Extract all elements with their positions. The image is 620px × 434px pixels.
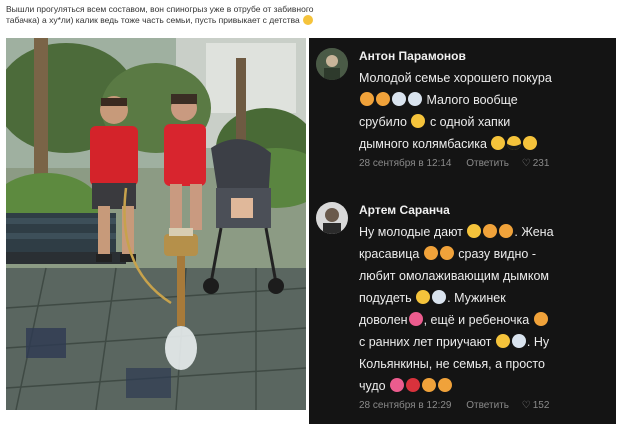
- heart-icon[interactable]: ♡: [522, 158, 531, 169]
- thumbs-up-icon: [438, 378, 453, 392]
- grin-face-icon: [467, 224, 482, 238]
- comment-text: Молодой семье хорошего покура Малого воо…: [359, 67, 609, 155]
- comment-meta: 28 сентября в 12:14 Ответить ♡ 231: [359, 158, 549, 169]
- comment-text-line: с одной хапки: [429, 115, 511, 129]
- like-count: 231: [532, 158, 550, 169]
- comment-author[interactable]: Артем Саранча: [359, 203, 450, 217]
- comment-text-line: Ну молодые дают: [359, 225, 463, 239]
- comment-text-line: Молодой семье хорошего покура: [359, 71, 552, 85]
- avatar-image-icon: [316, 202, 348, 234]
- comment-text-line: Малого вообще: [426, 93, 518, 107]
- baby-icon: [533, 312, 548, 326]
- caption-line-2: табачка) а ху*ли) калик ведь тоже часть …: [6, 15, 356, 26]
- dash-icon: [408, 92, 422, 106]
- comment-text-line: . Ну: [526, 335, 550, 349]
- dash-icon: [392, 92, 406, 106]
- kiss-mark-icon: [406, 378, 421, 392]
- comment-text-line: красавица: [359, 247, 420, 261]
- comment-text: Ну молодые дают . Жена красавица сразу в…: [359, 221, 609, 397]
- avatar[interactable]: [316, 48, 348, 80]
- comment-text-line: с ранних лет приучают: [359, 335, 492, 349]
- comment-timestamp: 28 сентября в 12:29: [359, 400, 452, 411]
- flexed-biceps-icon: [499, 224, 514, 238]
- smile-face-icon: [523, 136, 538, 150]
- comments-panel: Антон Парамонов Молодой семье хорошего п…: [309, 38, 616, 424]
- sleeping-face-icon: [411, 114, 426, 128]
- comment-text-line: срубило: [359, 115, 407, 129]
- thumbs-up-icon: [483, 224, 498, 238]
- comment-text-line: . Жена: [514, 225, 554, 239]
- folded-hands-icon: [360, 92, 374, 106]
- grin-face-icon: [491, 136, 506, 150]
- comment-text-line: . Мужинек: [447, 291, 506, 305]
- comment-meta: 28 сентября в 12:29 Ответить ♡ 152: [359, 400, 549, 411]
- call-me-hand-icon: [376, 92, 390, 106]
- relieved-face-icon: [416, 290, 431, 304]
- comment-text-line: подудеть: [359, 291, 412, 305]
- avatar[interactable]: [316, 202, 348, 234]
- grinning-sweat-emoji-icon: [303, 15, 314, 25]
- grin-face-icon: [495, 334, 510, 348]
- post-caption: Вышли прогуляться всем составом, вон спи…: [6, 4, 356, 26]
- family-hookah-photo: [6, 38, 306, 410]
- cloud-icon: [432, 290, 447, 304]
- cool-face-icon: [507, 136, 522, 150]
- smiling-cat-icon: [423, 246, 438, 260]
- comment-text-line: сразу видно -: [458, 247, 537, 261]
- family-icon: [422, 378, 437, 392]
- comment-text-line: , ещё и ребеночка: [423, 313, 530, 327]
- caption-line-2-text: табачка) а ху*ли) калик ведь тоже часть …: [6, 15, 300, 25]
- heart-icon[interactable]: ♡: [522, 400, 531, 411]
- comment-text-line: Кольянкины, не семья, а просто: [359, 357, 545, 371]
- reply-link[interactable]: Ответить: [466, 400, 509, 411]
- like-count: 152: [532, 400, 550, 411]
- post-photo[interactable]: [6, 38, 306, 410]
- comment-author[interactable]: Антон Парамонов: [359, 49, 466, 63]
- caption-line-1: Вышли прогуляться всем составом, вон спи…: [6, 4, 314, 14]
- comment-timestamp: 28 сентября в 12:14: [359, 158, 452, 169]
- party-icon: [408, 312, 423, 326]
- comment-text-line: дымного колямбасика: [359, 137, 487, 151]
- heart-sparkle-icon: [390, 378, 405, 392]
- comment-text-line: чудо: [359, 379, 386, 393]
- comment-text-line: доволен: [359, 313, 408, 327]
- person-gesturing-icon: [439, 246, 454, 260]
- cloud-icon: [511, 334, 526, 348]
- reply-link[interactable]: Ответить: [466, 158, 509, 169]
- comment-text-line: любит омолаживающим дымком: [359, 269, 550, 283]
- avatar-image-icon: [316, 48, 348, 80]
